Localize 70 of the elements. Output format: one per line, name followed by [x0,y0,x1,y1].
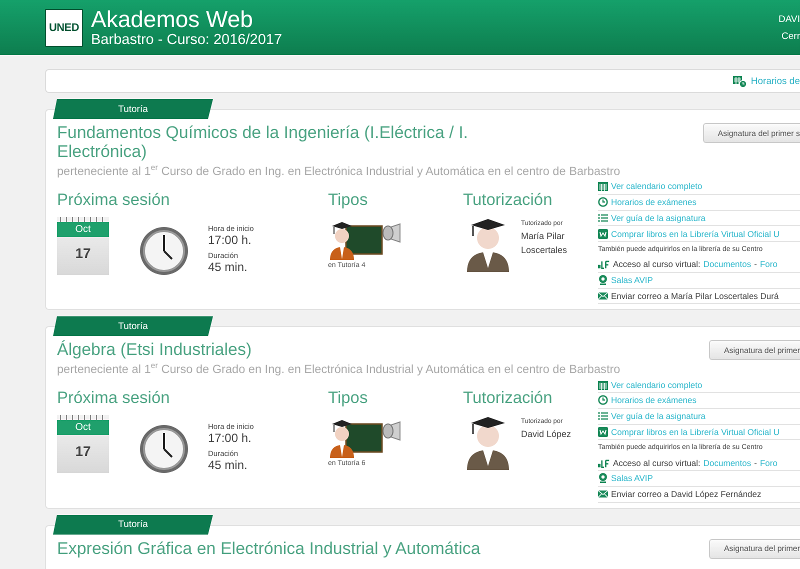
virtual-course-label: Acceso al curso virtual: [613,458,700,468]
resource-link[interactable]: Horarios de exámenes [611,395,697,406]
course-description: perteneciente al 1$^{er}$ Curso de Grado en Ing. en Electrónica Industrial y Automática en el centro de Barbastro [57,162,622,178]
category-ribbon: Tutoría [53,514,213,535]
duration-value: 45 min. [208,458,248,474]
app-subtitle: Barbastro - Curso: 2016/2017 [91,32,284,48]
email-link[interactable]: Enviar correo a David López Fernández [611,489,762,500]
separator: - [754,259,757,270]
elf-logo-icon [598,259,610,270]
resource-link[interactable]: Ver guía de la asignatura [611,411,706,422]
section-heading: Próxima sesión [57,388,171,408]
app-title: Akademos Web [91,6,254,32]
semester-button[interactable]: Asignatura del primer [708,340,800,360]
section-heading: Tipos [328,388,369,408]
envelope-icon [598,290,608,301]
calendar-clock-icon [732,74,747,88]
category-ribbon: Tutoría [53,99,213,119]
email-link[interactable]: Enviar correo a María Pilar Loscertales Durá [611,290,779,301]
forum-link[interactable]: Foro [760,458,778,468]
semester-button[interactable]: Asignatura del primer [708,538,800,559]
resource-link[interactable]: Comprar libros en la Librería Virtual Oficial U [611,427,780,437]
start-time: 17:00 h. [208,232,252,248]
calendar-icon [598,181,608,192]
course-title[interactable]: Expresión Gráfica en Electrónica Industrial y Automática [57,538,527,558]
list-icon [598,411,608,422]
separator: - [754,458,757,468]
clock-icon [598,197,608,208]
section-heading: Tutorización [463,190,554,210]
virtual-course-label: Acceso al curso virtual: [613,259,700,270]
documents-link[interactable]: Documentos [703,259,752,270]
webcam-icon [598,473,608,484]
resource-link[interactable]: Horarios de exámenes [611,197,697,208]
logout-link[interactable]: Cerr [782,30,800,42]
logo: UNED [45,8,83,46]
section-heading: Tutorización [463,388,554,408]
resource-link[interactable]: Salas AVIP [611,473,653,484]
resource-link[interactable]: Comprar libros en la Librería Virtual Oficial U [611,228,780,239]
envelope-icon [598,489,608,500]
clock-icon [139,226,189,276]
calendar-month: Oct [57,420,109,436]
section-heading: Tipos [328,190,369,210]
start-time: 17:00 h. [208,431,252,446]
documents-link[interactable]: Documentos [703,458,752,468]
calendar-month: Oct [57,222,109,237]
course-description: perteneciente al 1$^{er}$ Curso de Grado en Ing. en Electrónica Industrial y Automática en el centro de Barbastro [57,360,622,376]
course-title[interactable]: Fundamentos Químicos de la Ingeniería (I.Eléctrica / I. Electrónica) [57,123,527,161]
clock-icon [598,395,608,406]
webcam-icon [598,275,608,286]
calendar-icon [598,380,608,390]
duration-value: 45 min. [208,260,248,275]
course-title[interactable]: Álgebra (Etsi Industriales) [57,340,527,360]
resource-link[interactable]: Ver guía de la asignatura [611,212,706,223]
clock-icon [139,424,189,474]
semester-button[interactable]: Asignatura del primer s [702,123,800,143]
calendar-day: 17 [57,244,109,261]
resource-link[interactable]: Salas AVIP [611,275,653,286]
section-heading: Próxima sesión [57,190,171,210]
tutor-name: María Pilar Loscertales [521,230,568,257]
forum-link[interactable]: Foro [760,259,778,270]
calendar-day: 17 [57,443,109,460]
tutor-name: David López [521,428,572,442]
elf-logo-icon [598,458,610,468]
resource-link[interactable]: Ver calendario completo [611,380,702,390]
list-icon [598,212,608,223]
book-store-icon [598,427,608,437]
schedule-link[interactable]: Horarios de [732,74,800,88]
user-name[interactable]: DAVI [778,14,800,24]
book-store-icon [598,228,608,239]
resource-link[interactable]: Ver calendario completo [611,181,702,192]
category-ribbon: Tutoría [53,316,213,336]
